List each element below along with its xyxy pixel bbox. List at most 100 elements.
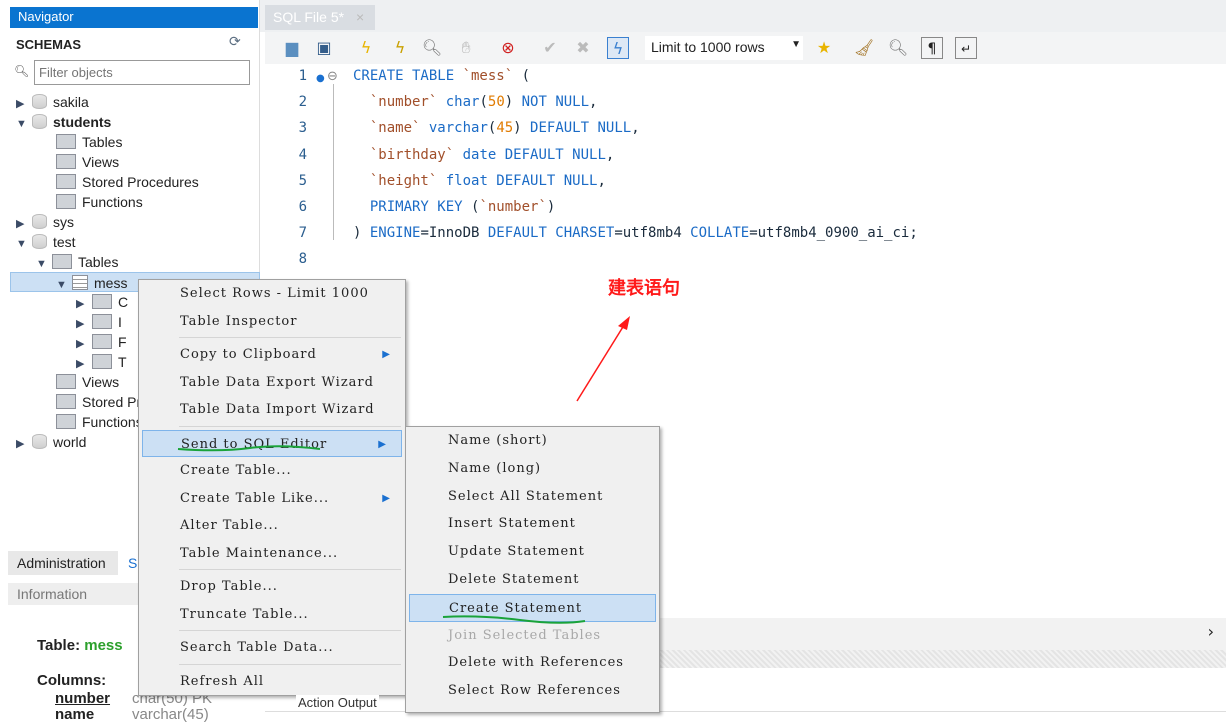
menu-item-label: Send to SQL Editor	[181, 436, 328, 452]
line-number: 7	[298, 225, 307, 242]
wrap-icon[interactable]: ↵	[955, 37, 977, 59]
menu-item-update-statement[interactable]: Update Statement	[406, 538, 659, 566]
menu-item-delete-with-references[interactable]: Delete with References	[406, 649, 659, 677]
chevron-down-icon: ▼	[791, 39, 801, 50]
menu-item-insert-statement[interactable]: Insert Statement	[406, 510, 659, 538]
tree-item-tables[interactable]: ▼ Tables	[16, 252, 260, 272]
rollback-icon[interactable]: ✖	[572, 37, 594, 59]
expand-arrow-icon[interactable]: ▶	[76, 354, 92, 374]
invisible-chars-icon[interactable]: ¶	[921, 37, 943, 59]
tree-item-label: students	[53, 114, 112, 130]
tab-administration[interactable]: Administration	[8, 551, 118, 575]
expand-arrow-icon[interactable]: ▶	[76, 294, 92, 314]
open-folder-icon[interactable]: ▆	[281, 37, 303, 59]
menu-item-select-row-references[interactable]: Select Row References	[406, 677, 659, 705]
menu-item-alter-table[interactable]: Alter Table...	[139, 512, 405, 540]
code-token: )	[353, 225, 370, 242]
menu-item-label: Insert Statement	[448, 516, 576, 532]
menu-item-table-inspector[interactable]: Table Inspector	[139, 308, 405, 336]
menu-item-table-maintenance[interactable]: Table Maintenance...	[139, 540, 405, 568]
tab-sql-file[interactable]: SQL File 5* ×	[265, 5, 375, 30]
menu-item-create-statement[interactable]: Create Statement	[409, 593, 656, 622]
tree-item-functions[interactable]: Functions	[16, 192, 260, 212]
menu-item-name-short[interactable]: Name (short)	[406, 427, 659, 455]
menu-item-send-to-sql-editor[interactable]: Send to SQL Editor ▶	[142, 429, 402, 457]
expand-arrow-icon[interactable]: ▶	[76, 314, 92, 334]
filter-objects-input[interactable]	[34, 60, 250, 85]
collapse-arrow-icon[interactable]: ▼	[36, 254, 52, 274]
menu-item-table-data-import-wizard[interactable]: Table Data Import Wizard	[139, 396, 405, 424]
menu-item-search-table-data[interactable]: Search Table Data...	[139, 634, 405, 662]
autocommit-icon[interactable]: ϟ	[607, 37, 629, 59]
scroll-right-icon[interactable]: ›	[1208, 622, 1214, 641]
expand-arrow-icon[interactable]: ▶	[76, 334, 92, 354]
tree-item-sakila[interactable]: ▶ sakila	[16, 92, 260, 112]
tree-item-label: Tables	[78, 254, 119, 270]
code-line: PRIMARY KEY (`number`)	[353, 199, 555, 215]
menu-item-name-long[interactable]: Name (long)	[406, 455, 659, 483]
stop-icon[interactable]: ✋︎	[455, 37, 477, 59]
collapse-arrow-icon[interactable]: ▼	[16, 234, 28, 254]
code-token: (	[479, 94, 488, 111]
menu-item-table-data-export-wizard[interactable]: Table Data Export Wizard	[139, 369, 405, 397]
tree-item-views[interactable]: Views	[16, 152, 260, 172]
code-token: COLLATE	[690, 225, 750, 242]
menu-item-label: Copy to Clipboard	[180, 347, 317, 362]
menu-item-delete-statement[interactable]: Delete Statement	[406, 566, 659, 594]
commit-icon[interactable]: ✔	[539, 37, 561, 59]
expand-arrow-icon[interactable]: ▶	[16, 434, 28, 454]
menu-item-select-all-statement[interactable]: Select All Statement	[406, 483, 659, 511]
info-column: name varchar(45)	[55, 706, 209, 723]
add-snippet-icon[interactable]: ★	[813, 37, 835, 59]
close-icon[interactable]: ×	[356, 9, 364, 25]
tree-item-stored-procedures[interactable]: Stored Procedures	[16, 172, 260, 192]
submenu-arrow-icon: ▶	[378, 438, 387, 450]
save-icon[interactable]: ▣	[313, 37, 335, 59]
code-token: DEFAULT CHARSET	[487, 225, 615, 242]
submenu-arrow-icon: ▶	[382, 349, 391, 360]
toggle-error-icon[interactable]: ⊗	[497, 37, 519, 59]
execute-current-icon[interactable]: ϟ	[389, 37, 411, 59]
find-icon[interactable]: 🔍︎	[887, 37, 909, 59]
folder-icon	[92, 334, 112, 349]
menu-item-create-table[interactable]: Create Table...	[139, 457, 405, 485]
code-token: (	[513, 68, 531, 84]
code-token: CREATE TABLE	[353, 68, 463, 84]
tree-item-tables[interactable]: Tables	[16, 132, 260, 152]
expand-arrow-icon[interactable]: ▶	[16, 94, 28, 114]
menu-item-refresh-all[interactable]: Refresh All	[139, 668, 405, 696]
folder-icon	[52, 254, 72, 269]
menu-item-truncate-table[interactable]: Truncate Table...	[139, 601, 405, 629]
tree-item-label: sakila	[53, 94, 89, 110]
navigator-header: Navigator	[10, 7, 258, 28]
refresh-icon[interactable]: ⟳	[229, 34, 241, 50]
code-token: date DEFAULT NULL	[454, 146, 606, 163]
action-output-label[interactable]: Action Output	[296, 695, 379, 710]
collapse-arrow-icon[interactable]: ▼	[16, 114, 28, 134]
menu-item-copy-to-clipboard[interactable]: Copy to Clipboard ▶	[139, 341, 405, 369]
tree-item-sys[interactable]: ▶ sys	[16, 212, 260, 232]
beautify-icon[interactable]: 🧹︎	[853, 37, 875, 59]
menu-item-select-rows-limit-1000[interactable]: Select Rows - Limit 1000	[139, 280, 405, 308]
database-icon	[32, 94, 47, 109]
menu-item-create-table-like[interactable]: Create Table Like... ▶	[139, 485, 405, 513]
code-token: ,	[605, 146, 615, 163]
collapse-arrow-icon[interactable]: ▼	[56, 275, 72, 295]
menu-item-label: Truncate Table...	[180, 606, 309, 622]
explain-icon[interactable]: 🔍︎	[421, 37, 443, 59]
code-line: `name` varchar(45) DEFAULT NULL,	[353, 120, 640, 136]
limit-rows-select[interactable]: Limit to 1000 rows ▼	[645, 36, 803, 60]
menu-item-label: Refresh All	[180, 673, 265, 689]
execute-icon[interactable]: ϟ	[355, 37, 377, 59]
fold-icon[interactable]: ⊖	[327, 69, 338, 84]
tree-item-test[interactable]: ▼ test	[16, 232, 260, 252]
tab-schemas[interactable]: S	[128, 555, 137, 571]
menu-item-drop-table[interactable]: Drop Table...	[139, 573, 405, 601]
menu-item-label: Table Data Export Wizard	[180, 374, 374, 390]
expand-arrow-icon[interactable]: ▶	[16, 214, 28, 234]
tree-item-students[interactable]: ▼ students	[16, 112, 260, 132]
tree-item-label: I	[118, 314, 122, 330]
menu-item-label: Create Table Like...	[180, 490, 330, 506]
